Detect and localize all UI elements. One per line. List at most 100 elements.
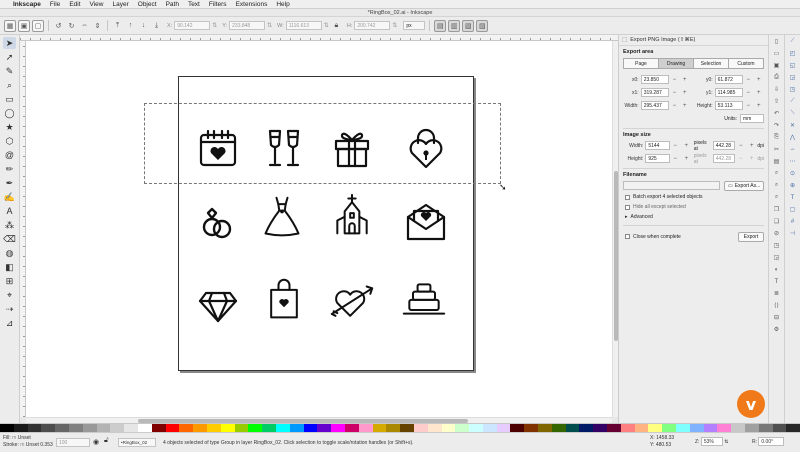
pixel-height-field[interactable]: 925 xyxy=(645,154,670,163)
hide-all-checkbox[interactable]: Hide all except selected xyxy=(625,203,768,211)
drawing-canvas[interactable]: ➘ xyxy=(26,41,612,417)
gradient-tool-icon[interactable]: ◧ xyxy=(3,261,16,273)
stepper-icon[interactable]: ⇅ xyxy=(212,22,217,29)
palette-swatch[interactable] xyxy=(427,424,442,432)
palette-swatch[interactable] xyxy=(262,424,276,432)
rotate-cw-icon[interactable]: ↻ xyxy=(66,20,77,31)
rectangle-tool-icon[interactable]: ▭ xyxy=(3,93,16,105)
export-icon[interactable]: ⇧ xyxy=(772,97,781,106)
palette-swatch[interactable] xyxy=(13,424,28,432)
snap-paths-icon[interactable]: ⟍ xyxy=(788,109,797,118)
x1-decrement-icon[interactable]: − xyxy=(669,90,679,96)
dpi-x-field[interactable]: 442.28 xyxy=(712,141,736,150)
snap-cusp-icon[interactable]: ⋀ xyxy=(788,133,797,142)
palette-swatch[interactable] xyxy=(510,424,525,432)
ungroup-icon[interactable]: ◲ xyxy=(772,253,781,262)
menu-extensions[interactable]: Extensions xyxy=(236,1,268,8)
undo-icon[interactable]: ↶ xyxy=(772,109,781,118)
spiral-tool-icon[interactable]: @ xyxy=(3,149,16,161)
raise-to-top-icon[interactable]: ⤒ xyxy=(112,20,123,31)
palette-swatch[interactable] xyxy=(193,424,207,432)
layers-icon[interactable]: ≣ xyxy=(772,289,781,298)
palette-swatch[interactable] xyxy=(41,424,56,432)
palette-swatch[interactable] xyxy=(165,424,180,432)
stepper-icon[interactable]: ⇅ xyxy=(267,22,272,29)
node-tool-icon[interactable]: ➚ xyxy=(3,51,16,63)
unlink-clone-icon[interactable]: ⊘ xyxy=(772,229,781,238)
x1-field[interactable]: 319.287 xyxy=(640,88,670,97)
menu-filters[interactable]: Filters xyxy=(209,1,227,8)
snap-bbox-corner-icon[interactable]: ◲ xyxy=(788,73,797,82)
h-field[interactable]: 200.742 xyxy=(354,21,391,30)
palette-swatch[interactable] xyxy=(745,424,759,432)
palette-swatch[interactable] xyxy=(413,424,428,432)
w-field[interactable]: 1116.613 xyxy=(285,21,322,30)
snap-grid-icon[interactable]: # xyxy=(788,217,797,226)
duplicate-icon[interactable]: ❐ xyxy=(772,205,781,214)
ellipse-tool-icon[interactable]: ◯ xyxy=(3,107,16,119)
palette-swatch[interactable] xyxy=(372,424,387,432)
palette-swatch[interactable] xyxy=(593,424,608,432)
palette-swatch[interactable] xyxy=(68,424,83,432)
palette-swatch[interactable] xyxy=(441,424,456,432)
bucket-tool-icon[interactable]: ◍ xyxy=(3,247,16,259)
group-icon[interactable]: ◳ xyxy=(772,241,781,250)
zoom-drawing-icon[interactable]: ⌕ xyxy=(772,181,781,190)
cut-icon[interactable]: ✂ xyxy=(772,145,781,154)
palette-swatch[interactable] xyxy=(179,424,194,432)
palette-swatch[interactable] xyxy=(538,424,552,432)
open-icon[interactable]: ▭ xyxy=(772,49,781,58)
church-icon[interactable] xyxy=(330,193,374,237)
palette-swatch[interactable] xyxy=(758,424,773,432)
palette-swatch[interactable] xyxy=(358,424,373,432)
area-tab-page[interactable]: Page xyxy=(623,58,659,69)
palette-swatch[interactable] xyxy=(303,424,318,432)
palette-swatch[interactable] xyxy=(248,424,263,432)
x0-increment-icon[interactable]: + xyxy=(680,77,690,83)
palette-swatch[interactable] xyxy=(344,424,359,432)
selector-tool-icon[interactable]: ➤ xyxy=(3,37,16,49)
close-when-complete-checkbox[interactable]: Close when complete xyxy=(625,233,681,241)
diamond-icon[interactable] xyxy=(196,283,240,327)
palette-swatch[interactable] xyxy=(786,424,800,432)
width-increment-icon[interactable]: + xyxy=(680,103,690,109)
deselect-icon[interactable]: ▢ xyxy=(32,19,44,32)
paste-icon[interactable]: ▤ xyxy=(772,157,781,166)
select-all-layers-icon[interactable]: ▣ xyxy=(18,19,30,32)
snap-smooth-icon[interactable]: ∽ xyxy=(788,145,797,154)
import-icon[interactable]: ⇩ xyxy=(772,85,781,94)
checkbox-box[interactable] xyxy=(625,204,630,210)
x0-field[interactable]: 23.850 xyxy=(640,75,670,84)
snap-intersection-icon[interactable]: ✕ xyxy=(788,121,797,130)
transform-gradients-icon[interactable]: ▧ xyxy=(462,19,475,32)
area-tab-custom[interactable]: Custom xyxy=(729,58,764,69)
stepper-icon[interactable]: ⇅ xyxy=(392,22,397,29)
palette-swatch[interactable] xyxy=(482,424,497,432)
fill-stroke-icon[interactable]: ◐ xyxy=(772,265,781,274)
dropper-tool-icon[interactable]: ⌖ xyxy=(3,289,16,301)
palette-swatch[interactable] xyxy=(455,424,470,432)
menu-view[interactable]: View xyxy=(90,1,104,8)
pencil-tool-icon[interactable]: ✏ xyxy=(3,163,16,175)
px-height-decrement-icon[interactable]: − xyxy=(670,156,681,162)
menu-file[interactable]: File xyxy=(50,1,60,8)
y0-increment-icon[interactable]: + xyxy=(754,77,764,83)
heart-arrow-icon[interactable] xyxy=(330,281,374,325)
export-button[interactable]: Export xyxy=(738,231,764,242)
zoom-tool-icon[interactable]: ⌕ xyxy=(3,79,16,91)
palette-swatch[interactable] xyxy=(96,424,111,432)
flip-vertical-icon[interactable]: ⇕ xyxy=(92,20,103,31)
palette-swatch[interactable] xyxy=(551,424,566,432)
y1-decrement-icon[interactable]: − xyxy=(743,90,753,96)
checkbox-box[interactable] xyxy=(625,234,630,239)
palette-swatch[interactable] xyxy=(317,424,332,432)
x-field[interactable]: 90.142 xyxy=(174,21,211,30)
scale-stroke-icon[interactable]: ▤ xyxy=(434,19,447,32)
palette-swatch[interactable] xyxy=(55,424,69,432)
pixel-width-field[interactable]: 5144 xyxy=(645,141,670,150)
eye-icon[interactable]: ◉ xyxy=(93,438,99,446)
px-height-increment-icon[interactable]: + xyxy=(681,156,692,162)
palette-swatch[interactable] xyxy=(620,424,635,432)
snap-nodes-icon[interactable]: ⟋ xyxy=(788,97,797,106)
dpi-x-decrement-icon[interactable]: − xyxy=(735,143,746,149)
